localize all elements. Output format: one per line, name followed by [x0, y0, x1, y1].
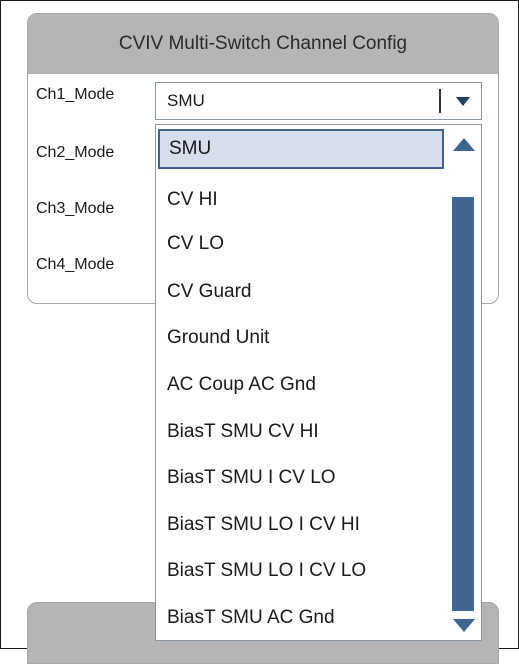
- scrollbar-thumb[interactable]: [452, 197, 474, 611]
- dropdown-option[interactable]: BiasT SMU I CV LO: [158, 458, 444, 498]
- dropdown-option[interactable]: Ground Unit: [158, 318, 444, 358]
- options-container: SMU CV HI CV LO CV Guard Ground Unit AC Coup …: [156, 125, 446, 640]
- scroll-up-arrow-icon[interactable]: [450, 131, 478, 157]
- ch1-mode-value: SMU: [167, 91, 205, 110]
- panel-title: CVIV Multi-Switch Channel Config: [118, 33, 408, 54]
- dropdown-scrollbar[interactable]: [449, 127, 479, 638]
- dropdown-option[interactable]: BiasT SMU AC Gnd: [158, 598, 444, 638]
- dropdown-option[interactable]: BiasT SMU LO I CV LO: [158, 551, 444, 591]
- panel-header: CVIV Multi-Switch Channel Config: [28, 14, 498, 74]
- ch1-mode-options-list: SMU CV HI CV LO CV Guard Ground Unit AC Coup …: [155, 124, 482, 641]
- dropdown-separator: [439, 89, 441, 113]
- dropdown-option[interactable]: CV Guard: [158, 272, 444, 312]
- ch2-mode-label: Ch2_Mode: [36, 144, 115, 161]
- scroll-down-arrow-icon[interactable]: [450, 613, 478, 639]
- ch3-mode-label: Ch3_Mode: [36, 200, 115, 217]
- chevron-down-icon[interactable]: [449, 87, 477, 115]
- dropdown-option[interactable]: CV LO: [158, 224, 444, 264]
- ch1-mode-label: Ch1_Mode: [36, 86, 115, 103]
- ch1-mode-dropdown[interactable]: SMU: [155, 82, 482, 120]
- dropdown-option[interactable]: BiasT SMU LO I CV HI: [158, 505, 444, 545]
- dropdown-option[interactable]: BiasT SMU CV HI: [158, 412, 444, 452]
- dropdown-option[interactable]: CV HI: [158, 180, 444, 220]
- ch4-mode-label: Ch4_Mode: [36, 256, 115, 273]
- dropdown-option[interactable]: AC Coup AC Gnd: [158, 365, 444, 405]
- dropdown-option[interactable]: SMU: [158, 129, 444, 169]
